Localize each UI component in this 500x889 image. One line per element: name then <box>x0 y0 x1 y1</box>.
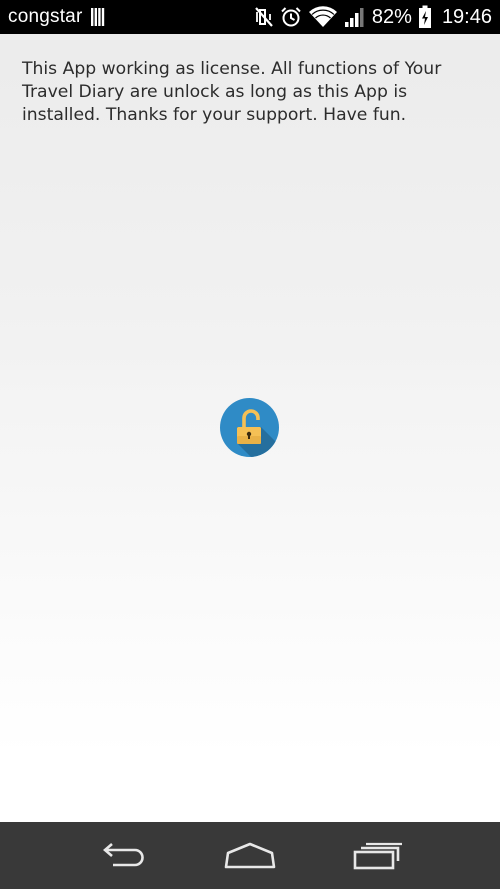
status-right: 82% 19:46 <box>254 5 492 29</box>
carrier-name: congstar <box>8 6 83 27</box>
cell-signal-icon <box>344 6 366 28</box>
navigation-bar <box>0 822 500 889</box>
app-screen: congstar 82% 19:46 This App working as l… <box>0 0 500 889</box>
alarm-icon <box>280 6 302 28</box>
home-icon <box>224 842 276 868</box>
recent-apps-icon <box>353 842 402 869</box>
unlocked-padlock-icon <box>220 398 279 457</box>
vibrate-off-icon <box>254 6 274 28</box>
status-left: congstar <box>8 6 106 28</box>
sim-card-icon <box>90 7 106 27</box>
status-bar: congstar 82% 19:46 <box>0 0 500 34</box>
license-message: This App working as license. All functio… <box>22 59 442 125</box>
license-info: This App working as license. All functio… <box>22 58 472 127</box>
back-button[interactable] <box>87 831 157 881</box>
clock: 19:46 <box>441 5 492 28</box>
battery-icon <box>418 5 432 29</box>
battery-percent: 82% <box>371 5 412 28</box>
wifi-icon <box>308 6 338 28</box>
back-icon <box>103 842 144 866</box>
home-button[interactable] <box>215 831 285 881</box>
recent-apps-button[interactable] <box>343 831 413 881</box>
